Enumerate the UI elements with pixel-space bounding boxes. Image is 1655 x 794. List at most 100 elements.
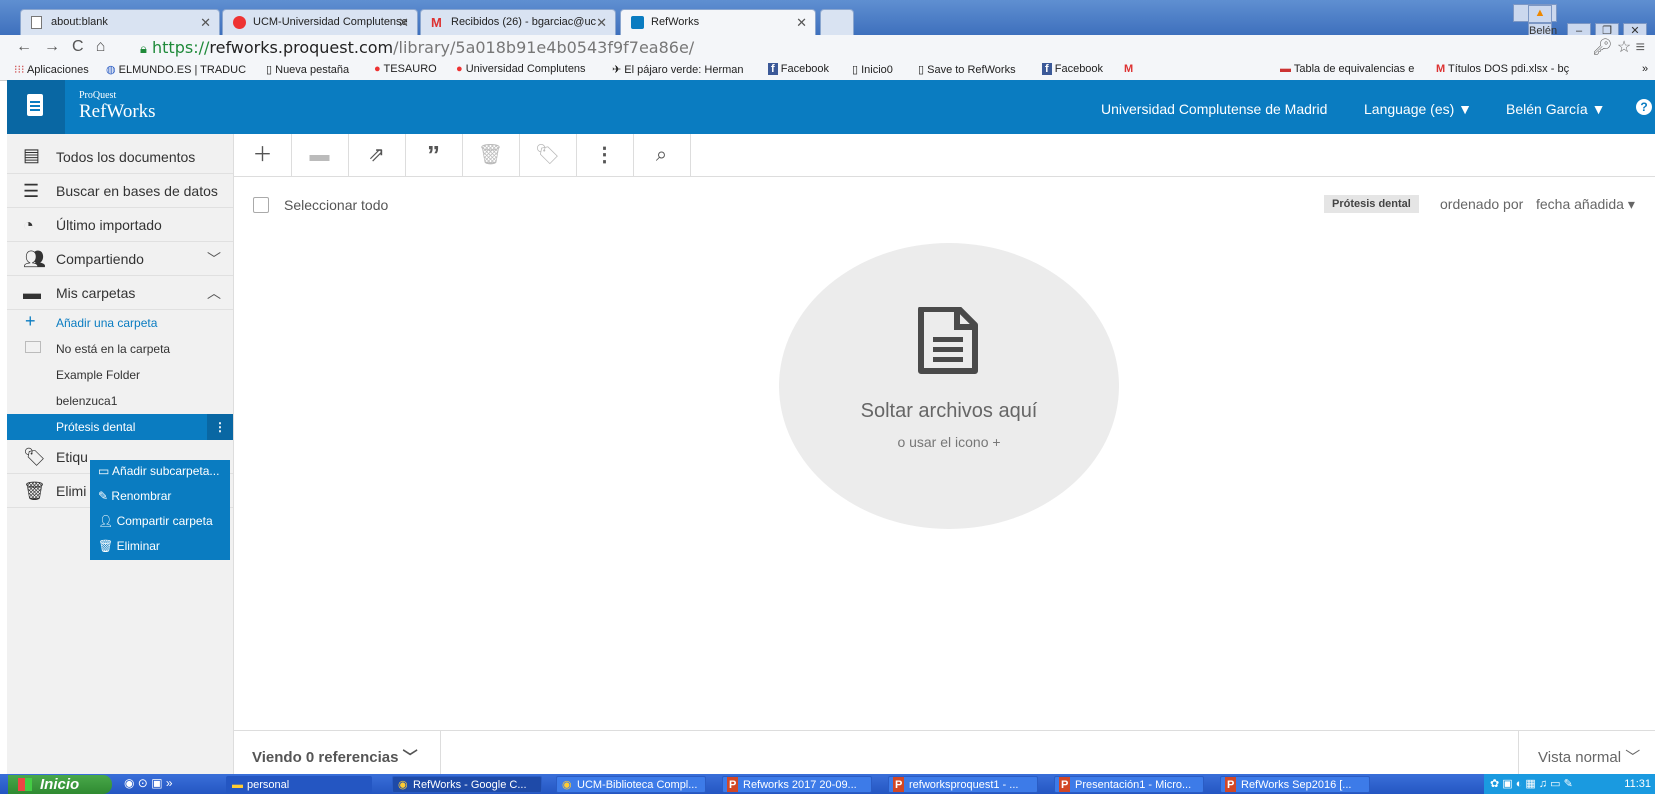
menu-item-label: Eliminar bbox=[116, 539, 160, 553]
taskbar-item-ucm-biblioteca[interactable]: ◉ UCM-Biblioteca Compl... bbox=[556, 776, 706, 793]
refworks-favicon-icon bbox=[631, 16, 644, 29]
view-mode-dropdown[interactable]: Vista normal ﹀ bbox=[1538, 746, 1640, 767]
search-icon[interactable]: ⌕ bbox=[633, 134, 691, 176]
new-tab-button[interactable] bbox=[820, 9, 854, 35]
close-icon[interactable]: ✕ bbox=[398, 10, 409, 35]
language-menu[interactable]: Language (es) ▼ bbox=[1364, 101, 1472, 117]
start-button[interactable]: Inicio bbox=[8, 775, 112, 794]
add-folder-link[interactable]: + Añadir una carpeta bbox=[7, 310, 233, 336]
taskbar-item-refworks-2017[interactable]: P Refworks 2017 20-09... bbox=[722, 776, 872, 793]
chevron-down-icon[interactable]: ﹀ bbox=[207, 249, 221, 269]
tab-gmail[interactable]: M Recibidos (26) - bgarciac@uc ✕ bbox=[420, 9, 616, 35]
bookmark-titulos-dos[interactable]: M Títulos DOS pdi.xlsx - bç bbox=[1436, 63, 1569, 75]
folder-context-menu: ▭ Añadir subcarpeta... ✎ Renombrar 👤︎ Co… bbox=[90, 460, 230, 560]
user-menu[interactable]: Belén García ▼ bbox=[1506, 101, 1605, 117]
menu-item-delete[interactable]: 🗑︎ Eliminar bbox=[98, 539, 160, 553]
close-icon[interactable]: ✕ bbox=[596, 10, 607, 35]
folder-icon[interactable]: ▬ bbox=[291, 134, 349, 176]
share-icon[interactable]: ⇗ bbox=[348, 134, 406, 176]
url-field[interactable]: 🔒︎ https://refworks.proquest.com/library… bbox=[140, 38, 694, 57]
trash-icon[interactable]: 🗑︎ bbox=[462, 134, 520, 176]
ucm-favicon-icon bbox=[233, 16, 246, 29]
sort-dropdown[interactable]: fecha añadida ▾ bbox=[1536, 196, 1635, 213]
powerpoint-icon: P bbox=[1059, 777, 1071, 792]
bookmark-save-to-refworks[interactable]: ▯ Save to RefWorks bbox=[918, 63, 1016, 76]
tag-icon[interactable]: 🏷︎ bbox=[519, 134, 577, 176]
close-icon[interactable]: ✕ bbox=[796, 10, 807, 35]
select-all-checkbox[interactable] bbox=[253, 197, 269, 213]
trash-icon: 🗑︎ bbox=[23, 481, 46, 501]
user-plus-icon: 👤︎ bbox=[98, 514, 114, 528]
bookmark-nueva-pestana[interactable]: ▯ Nueva pestaña bbox=[266, 63, 349, 76]
facebook-icon: f bbox=[768, 63, 778, 75]
taskbar-item-refworksproquest1[interactable]: Prefworksproquest1 - ... bbox=[888, 776, 1038, 793]
sidebar-item-buscar[interactable]: ☰ Buscar en bases de datos bbox=[7, 174, 233, 208]
menu-item-share-folder[interactable]: 👤︎ Compartir carpeta bbox=[98, 514, 213, 528]
clock[interactable]: 11:31 bbox=[1624, 778, 1651, 790]
menu-item-label: Renombrar bbox=[111, 489, 172, 503]
bookmark-elmundo[interactable]: ◍ ELMUNDO.ES | TRADUC bbox=[106, 63, 246, 76]
document-icon: ▤ bbox=[23, 145, 41, 165]
bookmarks-overflow[interactable]: » bbox=[1642, 63, 1648, 75]
folder-item-no-folder[interactable]: No está en la carpeta bbox=[7, 336, 233, 362]
bookmark-pajaro-verde[interactable]: ✈︎ El pájaro verde: Herman bbox=[612, 63, 744, 76]
select-all-label[interactable]: Seleccionar todo bbox=[284, 197, 388, 213]
gmail-icon[interactable]: M bbox=[1124, 63, 1133, 75]
sidebar-item-mis-carpetas[interactable]: ▬ Mis carpetas ︿ bbox=[7, 276, 233, 310]
file-drop-zone[interactable] bbox=[779, 243, 1119, 529]
sidebar-item-compartiendo[interactable]: 👥︎ Compartiendo ﹀ bbox=[7, 242, 233, 276]
star-icon[interactable]: ☆ bbox=[1617, 39, 1631, 56]
chevron-up-icon[interactable]: ︿ bbox=[207, 283, 221, 303]
brand-refworks: RefWorks bbox=[79, 101, 156, 122]
url-host: refworks.proquest.com bbox=[209, 38, 394, 57]
bookmark-facebook[interactable]: f Facebook bbox=[768, 63, 829, 75]
tab-label: RefWorks bbox=[651, 16, 700, 28]
reference-count-dropdown[interactable]: Viendo 0 referencias ﹀ bbox=[252, 746, 418, 767]
sidebar-item-ultimo[interactable]: ◔ Último importado bbox=[7, 208, 233, 242]
extension-icon[interactable]: 🔑︎ bbox=[1592, 39, 1612, 56]
bookmark-tabla-equivalencias[interactable]: ▬ Tabla de equivalencias e bbox=[1280, 63, 1414, 75]
system-tray: ✿ ▣ ◐ ▦ ♫ ▭ ✎ 11:31 bbox=[1484, 774, 1655, 794]
taskbar-item-refworks-sep2016[interactable]: P RefWorks Sep2016 [... bbox=[1220, 776, 1370, 793]
bookmark-universidad[interactable]: ● Universidad Complutens bbox=[456, 63, 586, 75]
apps-grid-icon: ⁝⁝⁝ bbox=[14, 64, 25, 76]
os-taskbar: Inicio ◉ ⊙ ▣ » ▬ personal ◉ RefWorks - Goo… bbox=[0, 774, 1655, 794]
menu-toggle[interactable] bbox=[7, 80, 65, 134]
home-icon[interactable]: ⌂ bbox=[96, 38, 118, 55]
forward-icon[interactable]: → bbox=[44, 38, 72, 55]
folder-item-protesis-dental[interactable]: Prótesis dental ⋮ bbox=[7, 414, 233, 440]
menu-icon[interactable]: ≡ bbox=[1636, 39, 1645, 56]
folder-item-example[interactable]: Example Folder bbox=[7, 362, 233, 388]
reload-icon[interactable]: C bbox=[72, 38, 96, 55]
tab-refworks[interactable]: RefWorks ✕ bbox=[620, 9, 816, 35]
bookmark-tesauro[interactable]: ● TESAURO bbox=[374, 63, 437, 75]
profile-badge[interactable]: ▲ Belén bbox=[1513, 4, 1557, 41]
taskbar-item-presentacion1[interactable]: P Presentación1 - Micro... bbox=[1054, 776, 1204, 793]
close-icon[interactable]: ✕ bbox=[200, 10, 211, 35]
sidebar-item-todos[interactable]: ▤ Todos los documentos bbox=[7, 134, 233, 174]
tab-about-blank[interactable]: about:blank ✕ bbox=[20, 9, 220, 35]
folder-item-belenzuca1[interactable]: belenzuca1 bbox=[7, 388, 233, 414]
back-icon[interactable]: ← bbox=[16, 38, 44, 55]
menu-item-rename[interactable]: ✎ Renombrar bbox=[98, 489, 171, 503]
kebab-menu-icon[interactable]: ⋮ bbox=[207, 414, 233, 440]
bookmark-inicio0[interactable]: ▯ Inicio0 bbox=[852, 63, 893, 76]
bookmark-apps[interactable]: ⁝⁝⁝ Aplicaciones bbox=[14, 63, 89, 76]
sort-label: ordenado por bbox=[1440, 196, 1524, 212]
add-icon[interactable]: ＋ bbox=[234, 134, 292, 176]
quick-launch-icons[interactable]: ◉ ⊙ ▣ » bbox=[124, 776, 173, 790]
institution-link[interactable]: Universidad Complutense de Madrid bbox=[1101, 101, 1327, 117]
help-icon[interactable]: ? bbox=[1636, 99, 1652, 115]
tab-ucm[interactable]: UCM-Universidad Complutense ✕ bbox=[222, 9, 418, 35]
taskbar-item-refworks-chrome[interactable]: ◉ RefWorks - Google C... bbox=[392, 776, 542, 793]
menu-item-add-subfolder[interactable]: ▭ Añadir subcarpeta... bbox=[98, 464, 219, 478]
taskbar-item-personal[interactable]: ▬ personal bbox=[226, 776, 372, 793]
more-icon[interactable]: ⋮ bbox=[576, 134, 634, 176]
bookmark-label: ELMUNDO.ES | TRADUC bbox=[118, 64, 247, 76]
users-icon: 👥︎ bbox=[23, 249, 46, 269]
quote-icon[interactable]: ” bbox=[405, 134, 463, 176]
powerpoint-icon: P bbox=[1225, 777, 1237, 792]
bookmark-facebook-2[interactable]: f Facebook bbox=[1042, 63, 1103, 75]
tray-icons[interactable]: ✿ ▣ ◐ ▦ ♫ ▭ ✎ bbox=[1484, 774, 1573, 794]
lock-icon: 🔒︎ bbox=[140, 42, 147, 57]
